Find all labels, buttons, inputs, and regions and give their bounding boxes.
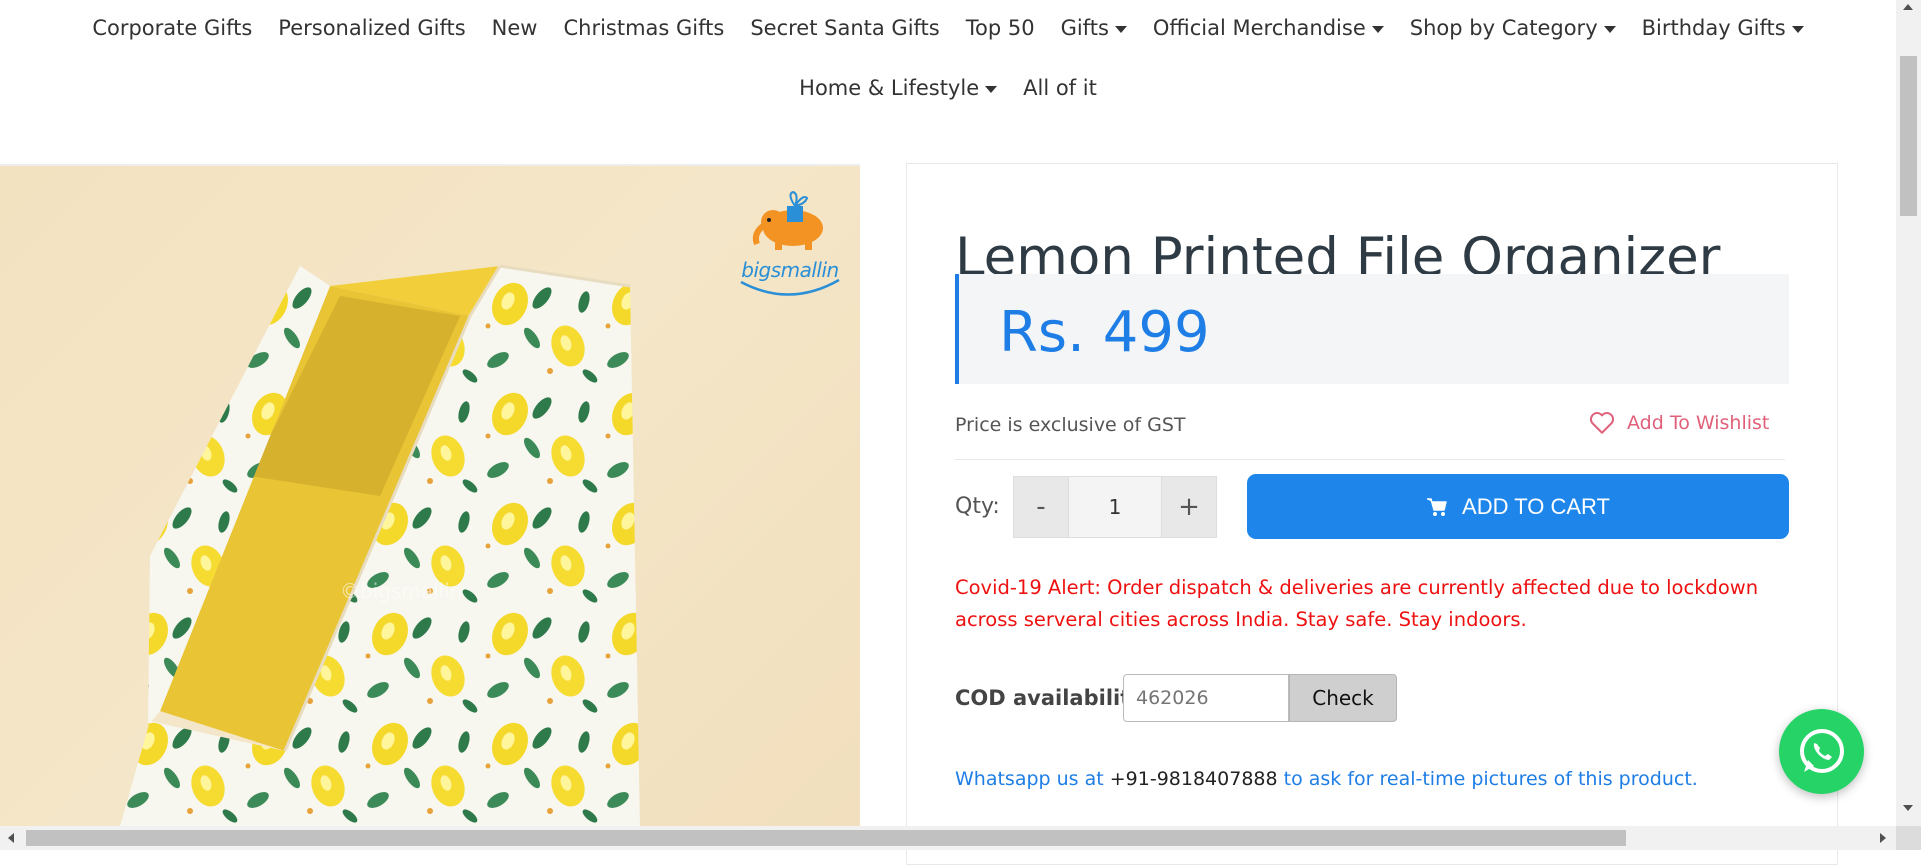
watermark-text: ©bigsmallin <box>340 579 462 603</box>
quantity-stepper: - 1 + <box>1013 476 1217 538</box>
nav-item-home-lifestyle[interactable]: Home & Lifestyle <box>799 76 998 100</box>
gst-note: Price is exclusive of GST <box>955 414 1186 436</box>
scroll-up-icon[interactable] <box>1903 4 1913 10</box>
logo-swoosh-icon <box>740 278 840 296</box>
add-to-cart-button[interactable]: ADD TO CART <box>1247 474 1789 539</box>
divider <box>955 459 1785 460</box>
whatsapp-info: Whatsapp us at +91-9818407888 to ask for… <box>955 768 1698 790</box>
add-to-wishlist-button[interactable]: Add To Wishlist <box>1589 411 1769 435</box>
nav-item-shop-by-category[interactable]: Shop by Category <box>1410 16 1616 40</box>
nav-item-label: Top 50 <box>965 16 1035 40</box>
product-image[interactable]: ©bigsmallin bigsmallin <box>0 164 860 826</box>
product-price: Rs. 499 <box>999 300 1210 365</box>
whatsapp-prefix: Whatsapp us at <box>955 768 1110 790</box>
nav-item-label: New <box>491 16 538 40</box>
qty-decrease-button[interactable]: - <box>1014 477 1068 537</box>
nav-item-birthday-gifts[interactable]: Birthday Gifts <box>1642 16 1804 40</box>
scroll-right-icon[interactable] <box>1880 833 1886 843</box>
nav-item-label: Corporate Gifts <box>92 16 253 40</box>
nav-item-all-of-it[interactable]: All of it <box>1023 76 1097 100</box>
cod-label: COD availability <box>955 686 1144 710</box>
vertical-scrollbar[interactable] <box>1896 0 1921 826</box>
add-to-cart-label: ADD TO CART <box>1462 493 1610 519</box>
product-details-card: Lemon Printed File Organizer Rs. 499 Pri… <box>906 163 1838 865</box>
bigsmallin-logo: bigsmallin <box>735 180 845 300</box>
nav-item-top-50[interactable]: Top 50 <box>966 16 1035 40</box>
heart-icon <box>1589 412 1615 434</box>
whatsapp-phone[interactable]: +91-9818407888 <box>1110 768 1278 790</box>
covid-alert: Covid-19 Alert: Order dispatch & deliver… <box>955 576 1759 631</box>
nav-item-new[interactable]: New <box>492 16 538 40</box>
nav-item-label: Secret Santa Gifts <box>750 16 940 40</box>
caret-down-icon <box>1371 25 1384 33</box>
nav-item-corporate-gifts[interactable]: Corporate Gifts <box>92 16 252 40</box>
nav-item-label: All of it <box>1023 76 1097 100</box>
caret-down-icon <box>1114 25 1127 33</box>
horizontal-scrollbar[interactable] <box>0 826 1896 850</box>
qty-label: Qty: <box>955 494 1000 519</box>
caret-down-icon <box>1791 25 1804 33</box>
qty-input[interactable]: 1 <box>1068 477 1162 537</box>
cart-icon <box>1427 497 1447 516</box>
check-cod-button[interactable]: Check <box>1289 674 1397 722</box>
scrollbar-corner <box>1896 826 1921 850</box>
scroll-down-icon[interactable] <box>1903 805 1913 811</box>
whatsapp-chat-button[interactable] <box>1779 709 1864 794</box>
vertical-scroll-thumb[interactable] <box>1900 56 1917 216</box>
pincode-input[interactable] <box>1123 674 1289 722</box>
whatsapp-suffix: to ask for real-time pictures of this pr… <box>1277 768 1698 790</box>
horizontal-scroll-thumb[interactable] <box>26 830 1626 846</box>
qty-increase-button[interactable]: + <box>1162 477 1216 537</box>
nav-item-label: Birthday Gifts <box>1641 16 1786 40</box>
nav-row-primary: Corporate Gifts Personalized Gifts New Chri… <box>0 10 1896 46</box>
price-box: Rs. 499 <box>955 274 1789 384</box>
nav-item-christmas-gifts[interactable]: Christmas Gifts <box>563 16 724 40</box>
file-organizer-illustration: ©bigsmallin <box>120 264 640 826</box>
scroll-left-icon[interactable] <box>8 833 14 843</box>
nav-row-secondary: Home & Lifestyle All of it <box>0 70 1896 106</box>
nav-item-label: Personalized Gifts <box>278 16 466 40</box>
main-nav: Corporate Gifts Personalized Gifts New Chri… <box>0 0 1896 160</box>
nav-item-label: Christmas Gifts <box>563 16 725 40</box>
caret-down-icon <box>985 85 998 93</box>
caret-down-icon <box>1603 25 1616 33</box>
nav-item-gifts[interactable]: Gifts <box>1061 16 1127 40</box>
nav-item-personalized-gifts[interactable]: Personalized Gifts <box>278 16 465 40</box>
nav-item-label: Shop by Category <box>1409 16 1598 40</box>
nav-item-official-merchandise[interactable]: Official Merchandise <box>1153 16 1384 40</box>
nav-item-label: Home & Lifestyle <box>799 76 980 100</box>
elephant-logo-icon <box>752 190 823 250</box>
nav-item-secret-santa-gifts[interactable]: Secret Santa Gifts <box>750 16 939 40</box>
wishlist-label: Add To Wishlist <box>1627 412 1770 434</box>
whatsapp-icon <box>1799 728 1844 773</box>
nav-item-label: Official Merchandise <box>1152 16 1366 40</box>
nav-item-label: Gifts <box>1060 16 1109 40</box>
